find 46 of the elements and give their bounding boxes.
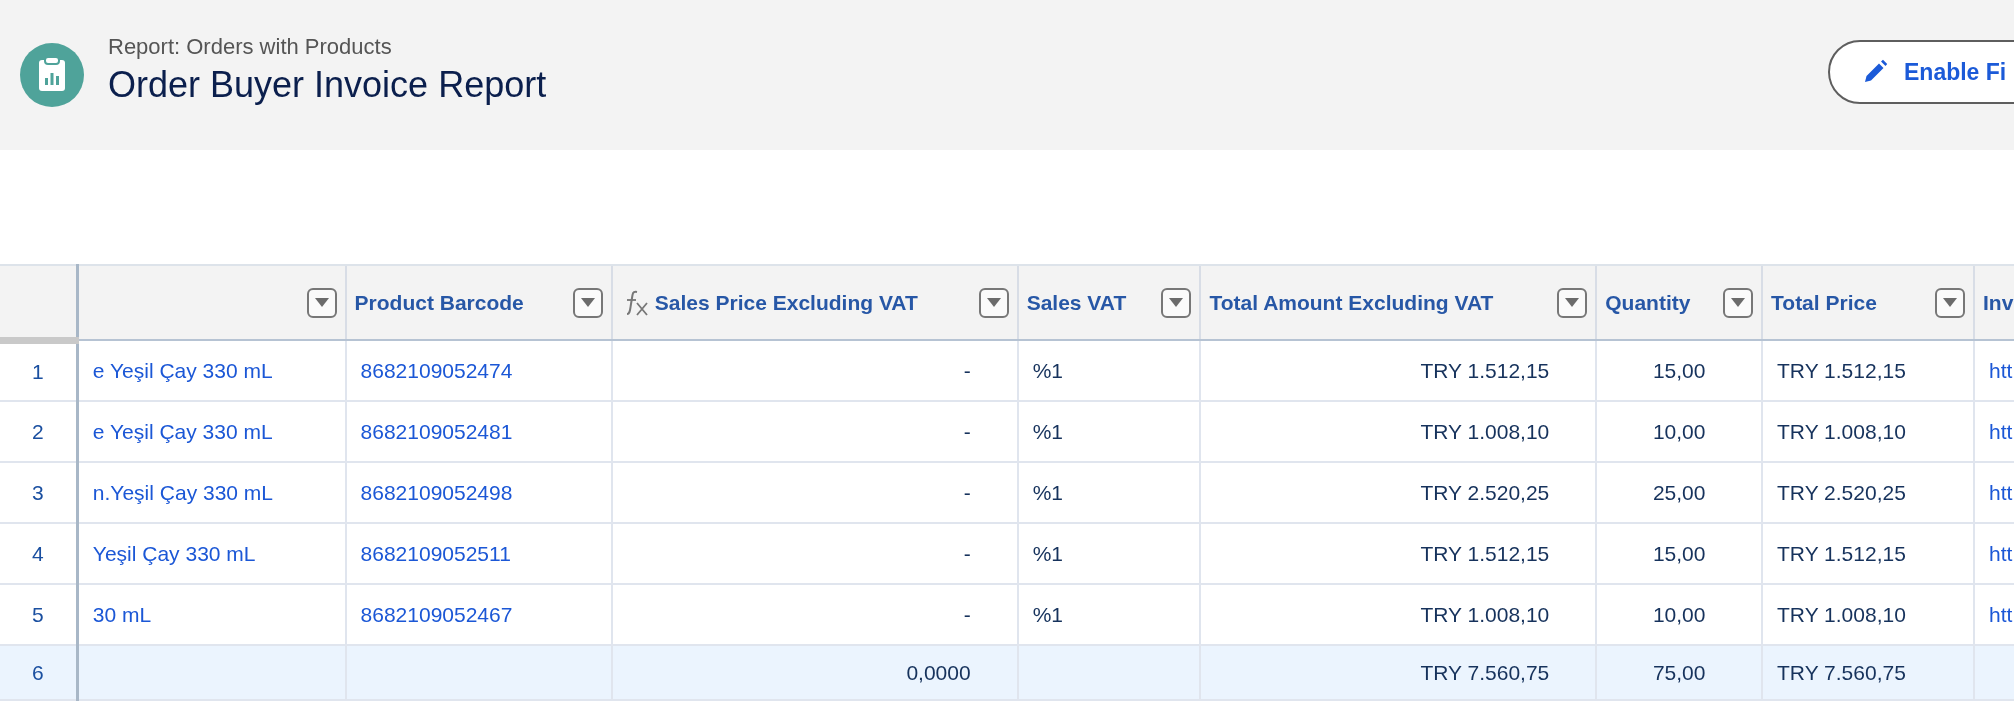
- report-icon: [20, 43, 84, 107]
- cell-link[interactable]: htt: [1989, 358, 2013, 382]
- column-header[interactable]: Total Price: [1771, 290, 1877, 315]
- table-cell: 0,0000: [611, 645, 1018, 700]
- cell-link[interactable]: 30 mL: [92, 602, 152, 626]
- column-menu-button[interactable]: [1935, 287, 1965, 318]
- column-menu-button[interactable]: [1557, 287, 1588, 318]
- column-header[interactable]: Inv: [1983, 290, 2014, 315]
- cell-link[interactable]: 8682109052467: [360, 602, 513, 626]
- caret-icon: [1731, 297, 1746, 308]
- column-header[interactable]: Sales VAT: [1026, 290, 1127, 315]
- column-menu-button[interactable]: [306, 287, 337, 318]
- caret-icon: [1943, 297, 1957, 308]
- cell-link[interactable]: 8682109052498: [360, 480, 513, 504]
- cell-link[interactable]: Yeşil Çay 330 mL: [92, 541, 256, 565]
- cell-link[interactable]: htt: [1989, 480, 2013, 504]
- column-menu-button[interactable]: [1161, 287, 1192, 318]
- report-type: Report: Orders with Products: [108, 34, 393, 60]
- column-menu-button[interactable]: [572, 287, 603, 318]
- caret-icon: [1565, 297, 1580, 308]
- caret-icon: [314, 297, 329, 308]
- cell-link[interactable]: 8682109052511: [360, 541, 511, 565]
- pencil-icon: [1862, 59, 1888, 85]
- cell-link[interactable]: e Yeşil Çay 330 mL: [92, 419, 273, 443]
- table-cell: 75,00: [1596, 645, 1763, 700]
- table-cell: TRY 7.560,75: [1762, 645, 1974, 700]
- caret-icon: [986, 297, 1001, 308]
- column-header[interactable]: Product Barcode: [354, 290, 524, 315]
- column-menu-button[interactable]: [978, 287, 1009, 318]
- cell-link[interactable]: 8682109052474: [360, 358, 513, 382]
- column-header[interactable]: Total Amount Excluding VAT: [1209, 290, 1494, 315]
- cell-link[interactable]: htt: [1989, 541, 2013, 565]
- enable-field-editing-button[interactable]: Enable Fi: [1828, 40, 2014, 104]
- table-cell: TRY 7.560,75: [1200, 645, 1597, 700]
- caret-icon: [1169, 297, 1184, 308]
- cell-link[interactable]: e Yeşil Çay 330 mL: [92, 358, 273, 382]
- caret-icon: [580, 297, 595, 308]
- cell-link[interactable]: htt: [1989, 602, 2013, 626]
- report-title: Order Buyer Invoice Report: [108, 64, 547, 106]
- column-header[interactable]: Sales Price Excluding VAT: [654, 290, 918, 315]
- cell-link[interactable]: htt: [1989, 419, 2013, 443]
- column-header[interactable]: Quantity: [1605, 290, 1691, 315]
- column-menu-button[interactable]: [1723, 287, 1754, 318]
- cell-link[interactable]: n.Yeşil Çay 330 mL: [92, 480, 273, 504]
- cell-link[interactable]: 8682109052481: [360, 419, 513, 443]
- row-number: 6: [0, 645, 78, 700]
